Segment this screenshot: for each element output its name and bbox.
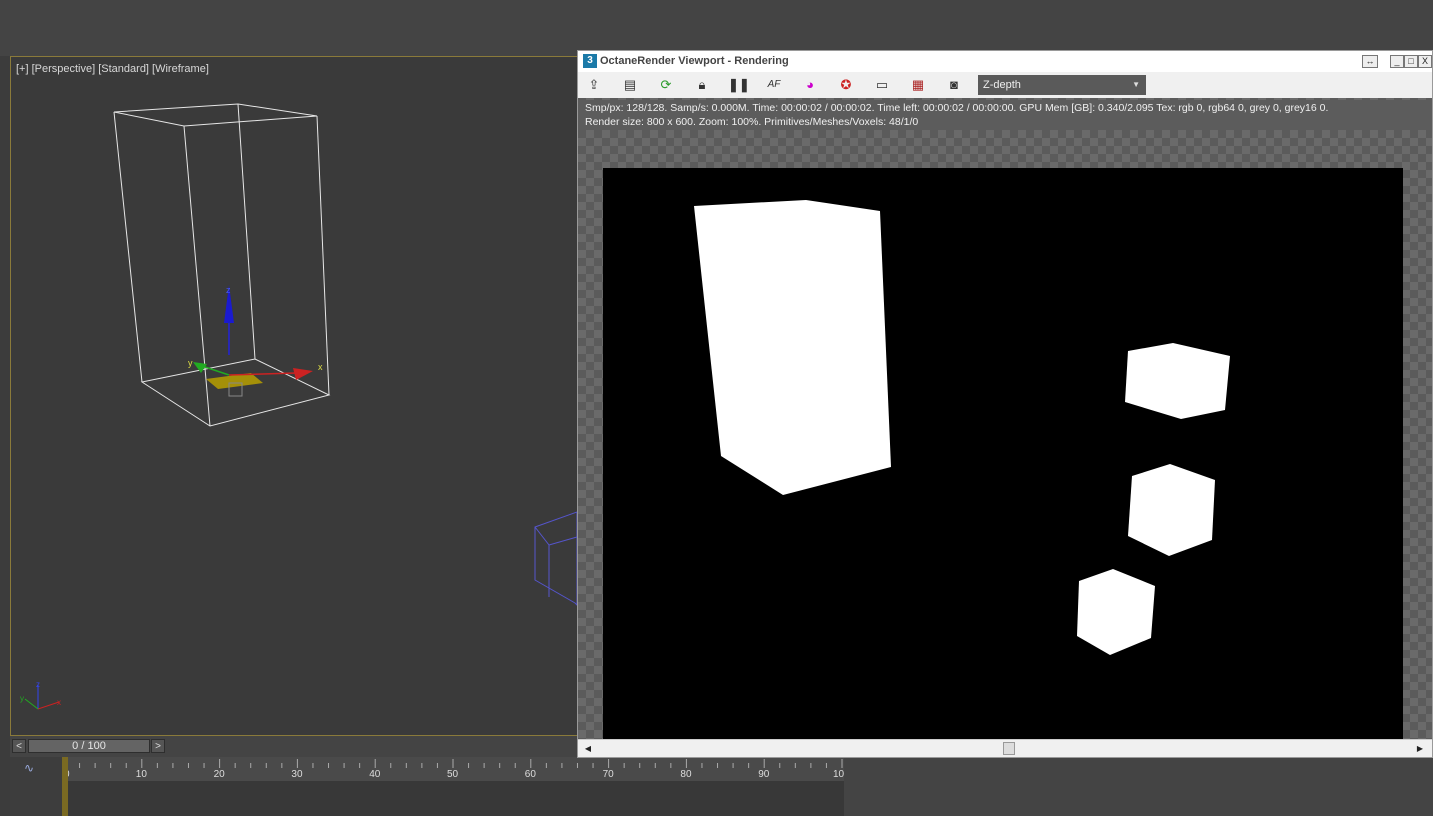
gizmo-x-arrow	[293, 368, 313, 380]
camera-icon[interactable]: ◙	[944, 75, 964, 95]
render-stats-line2: Render size: 800 x 600. Zoom: 100%. Prim…	[585, 116, 919, 128]
time-slider-thumb[interactable]: 0 / 100	[28, 739, 150, 753]
film-icon[interactable]: ▦	[908, 75, 928, 95]
minimize-button[interactable]: _	[1390, 55, 1404, 68]
display-icon[interactable]: ▭	[872, 75, 892, 95]
chevron-down-icon: ▼	[1132, 80, 1140, 89]
export-icon[interactable]: ⇪	[584, 75, 604, 95]
svg-text:x: x	[57, 698, 61, 707]
ruler-tick-label: 90	[758, 769, 770, 780]
gizmo-y-label: y	[188, 358, 193, 368]
status-panel	[844, 757, 1433, 816]
app-icon: 3	[583, 54, 597, 68]
region-icon[interactable]: ✪	[836, 75, 856, 95]
world-axis-tripod: z x y	[20, 680, 61, 710]
gizmo-z-label: z	[226, 285, 231, 295]
playhead-marker[interactable]	[62, 757, 68, 816]
ruler-tick-label: 30	[291, 769, 303, 780]
render-pass-value: Z-depth	[983, 79, 1021, 91]
prev-frame-button[interactable]: <	[12, 739, 26, 753]
close-button[interactable]: X	[1418, 55, 1432, 68]
render-toolbar: ⇪ ▤ ⟳ 🔒︎ ❚❚ AF ◕ ✪ ▭ ▦ ◙ Z-depth ▼	[578, 72, 1432, 98]
svg-text:z: z	[36, 680, 40, 689]
box-edge	[113, 111, 143, 383]
box-top-face	[113, 103, 318, 127]
resize-toggle-button[interactable]: ↔	[1362, 55, 1378, 68]
time-slider[interactable]: < 0 / 100 >	[10, 737, 578, 756]
left-edge-strip	[0, 56, 10, 816]
z-depth-render	[694, 200, 1230, 655]
pause-icon[interactable]: ❚❚	[728, 75, 750, 95]
ruler-tick-label: 80	[680, 769, 692, 780]
svg-text:y: y	[20, 694, 24, 703]
gizmo-x-label: x	[318, 362, 323, 372]
refresh-icon[interactable]: ⟳	[656, 75, 676, 95]
ruler-tick-label: 10	[135, 769, 147, 780]
render-stats-line1: Smp/px: 128/128. Samp/s: 0.000M. Time: 0…	[585, 102, 1329, 114]
blue-box-object[interactable]	[534, 511, 577, 606]
rendered-cube-3	[1077, 569, 1155, 655]
box-edge	[316, 115, 330, 396]
curve-editor-icon[interactable]: ∿	[24, 761, 34, 775]
box-edge	[183, 125, 211, 427]
ruler-tick-label: 70	[602, 769, 614, 780]
viewport-label-menu[interactable]: [+] [Perspective] [Standard] [Wireframe]	[16, 63, 209, 75]
ruler-tick-label: 20	[213, 769, 225, 780]
scroll-left-icon[interactable]: ◀	[582, 742, 594, 755]
lock-icon[interactable]: 🔒︎	[692, 75, 712, 95]
scroll-right-icon[interactable]: ▶	[1414, 742, 1426, 755]
ruler-tick-label: 50	[447, 769, 459, 780]
perspective-viewport[interactable]: z x y z x y [+] [Perspective] [Standard]…	[10, 56, 578, 736]
rendered-cube-2	[1128, 464, 1215, 556]
track-bar[interactable]: ∿ 0102030405060708090100	[10, 757, 1433, 816]
window-title: OctaneRender Viewport - Rendering	[600, 55, 789, 67]
render-pass-select[interactable]: Z-depth ▼	[978, 75, 1146, 95]
key-track-area[interactable]	[62, 781, 844, 816]
track-ruler[interactable]: 0102030405060708090100	[62, 757, 850, 781]
color-picker-icon[interactable]: ◕	[800, 75, 820, 95]
maximize-button[interactable]: □	[1404, 55, 1418, 68]
box-bottom-face	[140, 358, 331, 427]
gizmo-x-axis	[228, 372, 297, 376]
main-menu-bar	[0, 0, 1433, 55]
box-edge	[237, 103, 256, 360]
octane-viewport-window[interactable]: 3 OctaneRender Viewport - Rendering ↔ _ …	[577, 50, 1433, 758]
ruler-tick-label: 40	[369, 769, 381, 780]
rendered-tall-box	[694, 200, 891, 495]
viewport-scene: z x y z x y	[20, 103, 577, 710]
window-titlebar[interactable]: 3 OctaneRender Viewport - Rendering ↔ _ …	[578, 51, 1432, 72]
horizontal-scrollbar[interactable]: ◀ ▶	[578, 739, 1432, 757]
transform-gizmo[interactable]: z x y	[188, 285, 323, 397]
render-area[interactable]: Smp/px: 128/128. Samp/s: 0.000M. Time: 0…	[578, 98, 1432, 739]
render-canvas[interactable]	[603, 168, 1403, 739]
next-frame-button[interactable]: >	[151, 739, 165, 753]
copy-icon[interactable]: ▤	[620, 75, 640, 95]
scroll-thumb[interactable]	[1003, 742, 1015, 755]
ruler-tick-label: 60	[524, 769, 536, 780]
af-focus-icon[interactable]: AF	[764, 75, 784, 95]
render-stats-bar: Smp/px: 128/128. Samp/s: 0.000M. Time: 0…	[578, 100, 1432, 130]
rendered-cube-1	[1125, 343, 1230, 419]
